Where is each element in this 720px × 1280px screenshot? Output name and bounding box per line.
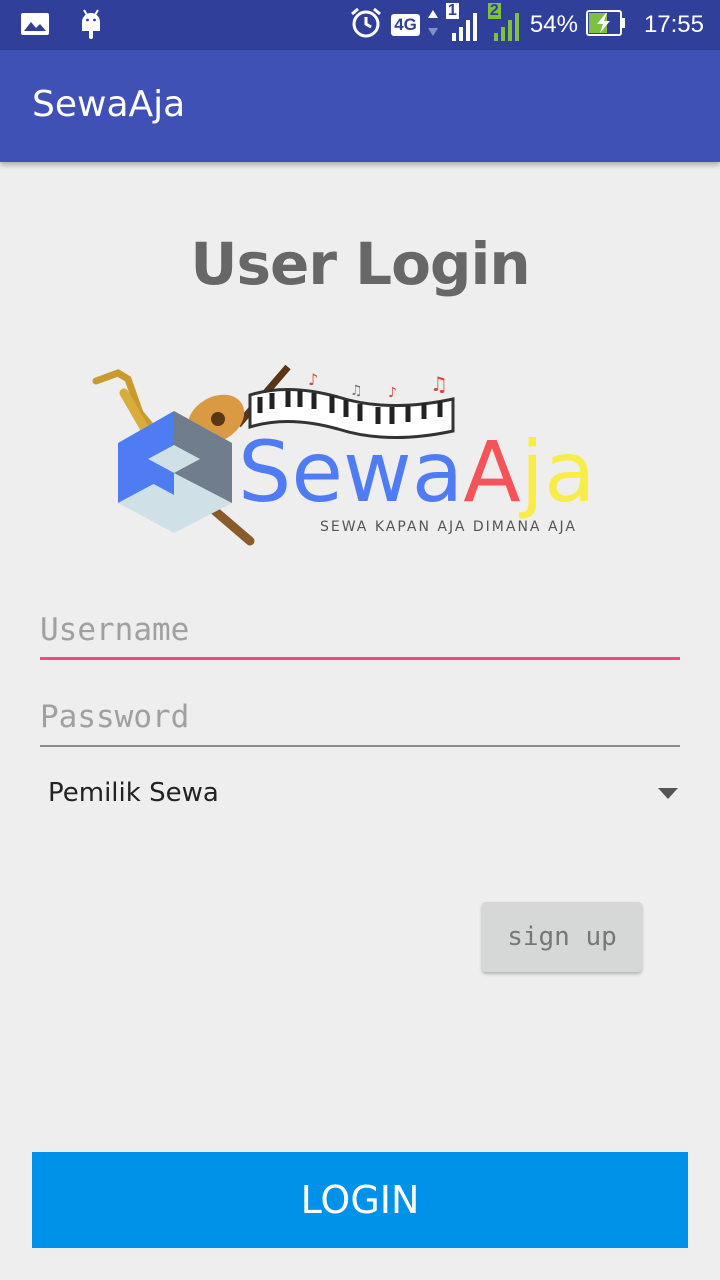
username-underline [40, 657, 680, 660]
username-input[interactable]: Username [40, 600, 680, 660]
image-icon [20, 11, 50, 41]
username-placeholder: Username [40, 612, 190, 648]
page-title: User Login [190, 230, 530, 298]
sim1-signal-icon: 1 [445, 3, 480, 43]
app-bar: SewaAja [0, 50, 720, 162]
logo-wordmark: SewaAja [238, 423, 595, 521]
battery-percent: 54% [529, 11, 578, 38]
svg-text:♫: ♫ [350, 383, 363, 399]
dropdown-arrow-icon [658, 788, 678, 799]
sim2-signal-icon: 2 [487, 3, 522, 43]
password-input[interactable]: Password [40, 687, 680, 747]
logo-tagline: SEWA KAPAN AJA DIMANA AJA [320, 519, 577, 535]
login-button[interactable]: LOGIN [32, 1152, 688, 1248]
svg-text:♪: ♪ [308, 370, 318, 389]
password-underline [40, 745, 680, 747]
status-bar: 4G 1 2 54% 17:55 [0, 0, 720, 50]
role-spinner[interactable]: Pemilik Sewa [40, 770, 680, 822]
battery-charging-icon [585, 9, 626, 41]
sewaaja-logo: ♪ ♫ ♪ ♫ SewaAja SEWA KAPAN AJA DIMANA AJ… [88, 355, 628, 555]
app-title: SewaAja [32, 84, 186, 125]
data-arrows-icon [427, 8, 438, 42]
role-selected-value: Pemilik Sewa [48, 778, 219, 808]
android-icon [78, 8, 104, 44]
alarm-icon [349, 6, 383, 44]
svg-text:♫: ♫ [430, 372, 448, 396]
svg-text:♪: ♪ [388, 385, 397, 401]
network-type-badge: 4G [391, 14, 420, 36]
clock: 17:55 [643, 11, 704, 38]
password-placeholder: Password [40, 699, 190, 735]
signup-button[interactable]: sign up [482, 902, 642, 972]
